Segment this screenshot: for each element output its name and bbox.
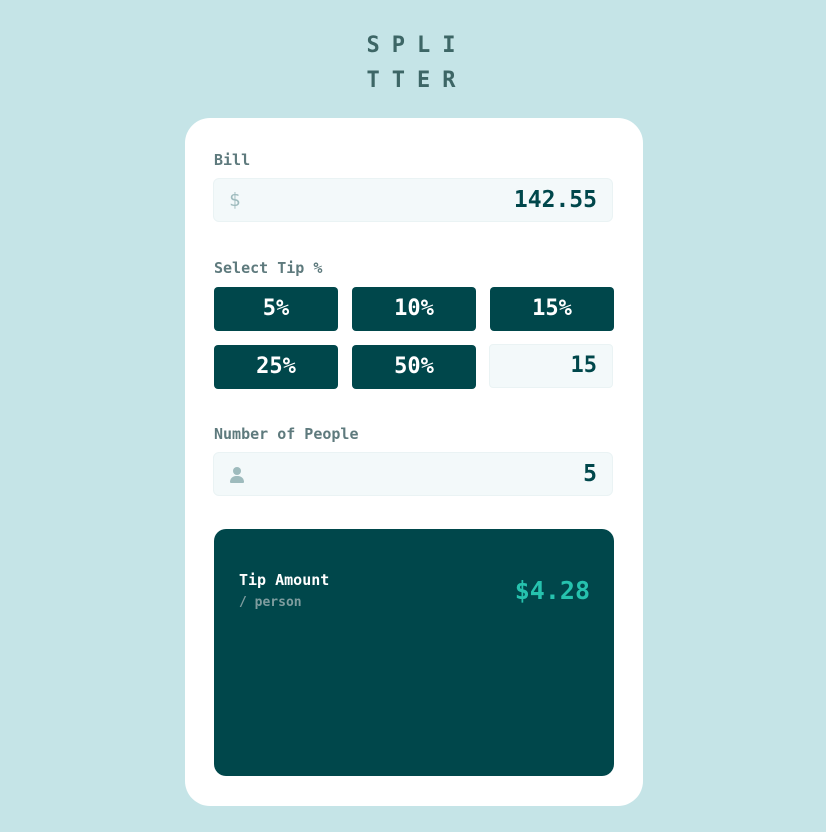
tip-button-5[interactable]: 5%: [214, 287, 338, 331]
people-label: Number of People: [214, 425, 359, 443]
dollar-icon: $: [229, 189, 241, 211]
bill-value: 142.55: [513, 187, 597, 213]
tip-button-10[interactable]: 10%: [352, 287, 476, 331]
logo-line-1: SPLI: [366, 33, 468, 58]
calculator-card: Bill $ 142.55 Select Tip % 5% 10% 15% 25…: [185, 118, 643, 806]
tip-label: Select Tip %: [214, 259, 323, 277]
people-input[interactable]: 5: [213, 452, 613, 496]
per-person-label: / person: [239, 595, 302, 610]
tip-button-25[interactable]: 25%: [214, 345, 338, 389]
people-value: 5: [583, 461, 597, 487]
result-panel: Tip Amount / person $4.28: [214, 529, 614, 776]
tip-amount-value: $4.28: [514, 576, 590, 605]
tip-button-15[interactable]: 15%: [490, 287, 614, 331]
person-icon: [230, 467, 244, 483]
tip-amount-label: Tip Amount: [239, 571, 330, 589]
bill-label: Bill: [214, 151, 251, 169]
logo-line-2: TTER: [366, 68, 468, 93]
bill-input[interactable]: $ 142.55: [213, 178, 613, 222]
custom-tip-input[interactable]: 15: [489, 344, 613, 388]
app-logo: SPLI TTER: [0, 28, 826, 98]
tip-button-50[interactable]: 50%: [352, 345, 476, 389]
